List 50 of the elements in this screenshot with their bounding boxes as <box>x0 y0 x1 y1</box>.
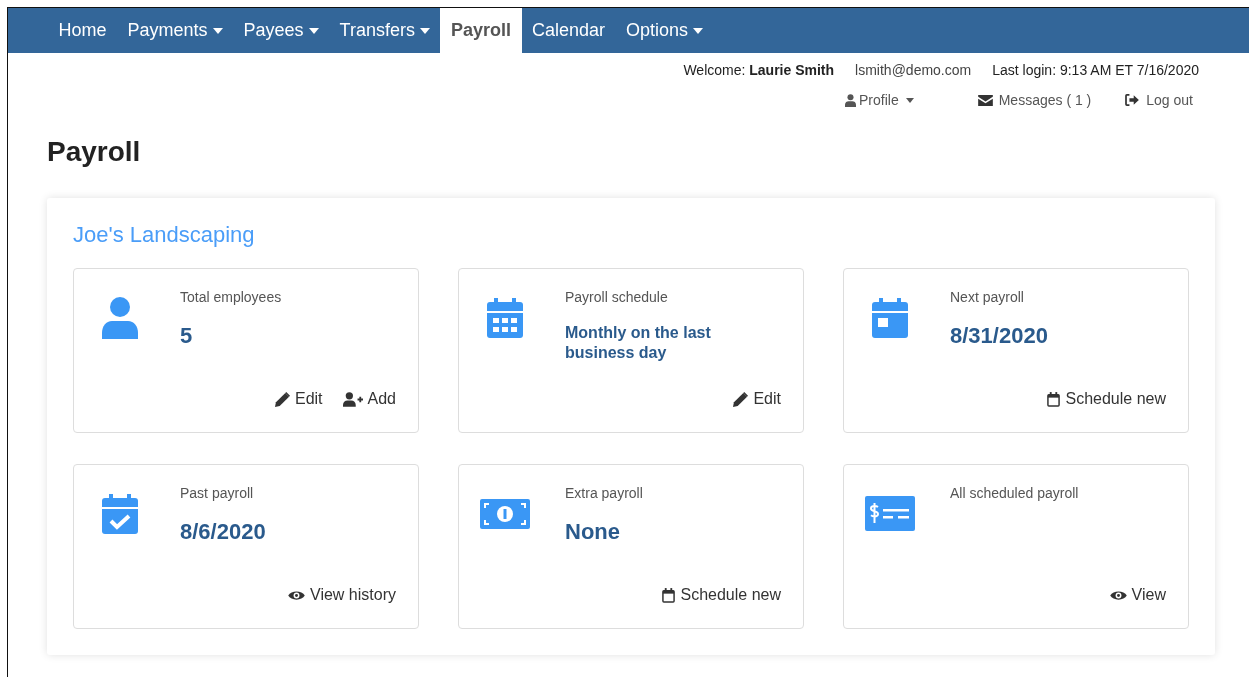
calendar-icon <box>1047 391 1061 407</box>
logout-link[interactable]: Log out <box>1125 92 1193 108</box>
card-value: None <box>565 519 621 545</box>
pencil-icon <box>274 391 290 407</box>
money-bill-icon <box>480 498 530 529</box>
nav-tab[interactable]: Calendar <box>521 8 616 53</box>
card-action-link[interactable]: Add <box>342 390 396 408</box>
pencil-icon <box>733 391 749 407</box>
calendar-check-icon <box>102 493 138 534</box>
calendar-icon <box>662 587 676 603</box>
card-title: Total employees <box>180 289 283 305</box>
user-plus-icon <box>342 391 363 407</box>
card-action-link[interactable]: Edit <box>274 390 323 408</box>
card-title: All scheduled payroll <box>950 485 1080 501</box>
eye-icon <box>1109 589 1127 601</box>
calendar-icon <box>872 297 908 338</box>
calendar-icon <box>487 297 523 338</box>
caret-icon <box>905 97 914 103</box>
nav-tab[interactable]: Options <box>615 8 714 53</box>
card-title: Extra payroll <box>565 485 644 501</box>
nav-tab[interactable]: Payments <box>117 8 234 53</box>
company-name: Joe's Landscaping <box>73 222 256 248</box>
card-action-link[interactable]: Schedule new <box>662 586 781 604</box>
person-icon <box>102 296 138 339</box>
card-value: 5 <box>180 323 194 349</box>
logout-icon <box>1125 94 1140 106</box>
card-title: Past payroll <box>180 485 255 501</box>
user-email: lsmith@demo.com <box>855 62 972 78</box>
nav-tab[interactable]: Payees <box>233 8 330 53</box>
nav-tab[interactable]: Payroll <box>440 8 522 53</box>
card-value: 8/31/2020 <box>950 323 1049 349</box>
nav-tab[interactable]: Transfers <box>329 8 441 53</box>
eye-icon <box>288 589 306 601</box>
user-icon <box>845 93 856 107</box>
envelope-icon <box>977 94 993 106</box>
card-action-link[interactable]: Edit <box>733 390 781 408</box>
profile-menu[interactable]: Profile <box>845 92 914 108</box>
messages-link[interactable]: Messages ( 1 ) <box>977 92 1092 108</box>
last-login-text: Last login: 9:13 AM ET 7/16/2020 <box>992 62 1199 78</box>
card-action-link[interactable]: Schedule new <box>1047 390 1166 408</box>
card-value: 8/6/2020 <box>180 519 267 545</box>
card-action-link[interactable]: View history <box>288 586 396 604</box>
card-title: Next payroll <box>950 289 1025 305</box>
card-action-link[interactable]: View <box>1109 586 1166 604</box>
welcome-text: Welcome: Laurie Smith <box>683 62 835 78</box>
page-title: Payroll <box>47 136 142 168</box>
card-title: Payroll schedule <box>565 289 669 305</box>
money-check-icon <box>865 496 915 531</box>
nav-tab[interactable]: Home <box>48 8 117 53</box>
card-value: Monthly on the last business day <box>565 323 712 363</box>
